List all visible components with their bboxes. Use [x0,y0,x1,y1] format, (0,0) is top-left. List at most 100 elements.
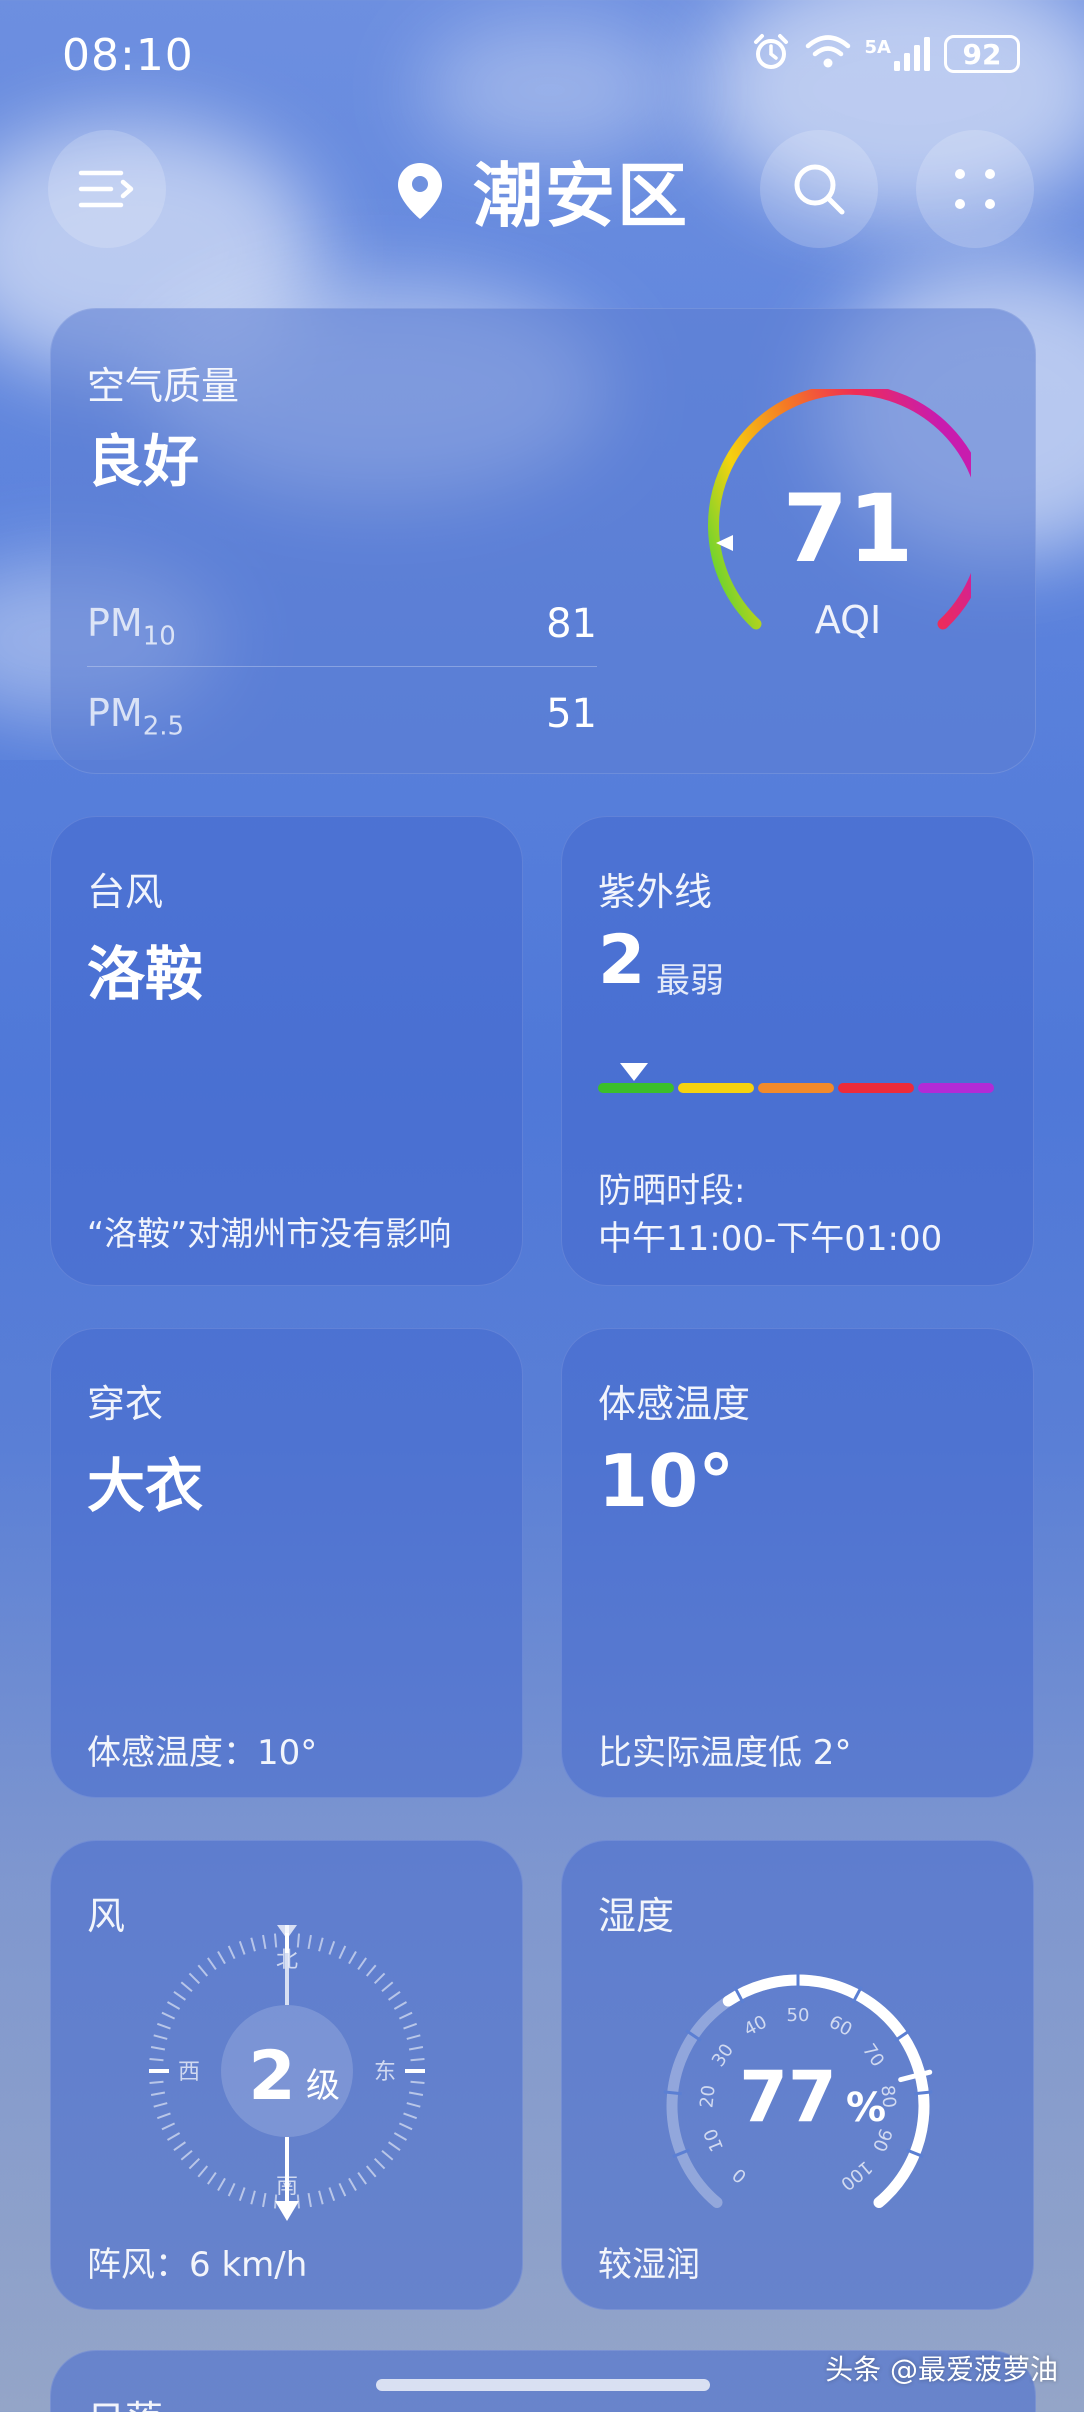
compass-tick [388,2141,401,2151]
aqi-value: 71 [783,475,914,584]
compass-east: 东 [374,2060,396,2085]
feels-like-value: 10° [598,1439,735,1523]
compass-tick [307,2192,312,2208]
status-bar: 08:10 5A 92 [0,30,1084,81]
compass-tick [381,2149,394,2161]
compass-tick [406,2034,421,2040]
wind-level-unit: 级 [306,2066,340,2106]
compass-tick [238,1940,246,1955]
clothing-card[interactable]: 穿衣 大衣 体感温度：10° [50,1328,523,1798]
air-quality-card[interactable]: 空气质量 良好 PM10 81 PM2.5 51 71 AQI [50,308,1036,774]
status-time: 08:10 [62,30,194,81]
wind-title: 风 [87,1894,126,1938]
compass-tick [150,2091,166,2096]
compass-tick [403,2112,418,2120]
sun-protection-label: 防晒时段: [598,1171,746,1211]
compass-tick [156,2022,171,2030]
air-quality-level: 良好 [87,430,199,495]
air-quality-title: 空气质量 [87,364,240,408]
compass-tick [188,1972,201,1985]
compass-tick [217,1950,226,1965]
pm10-subscript: 10 [142,621,176,652]
humidity-segment-gap [914,2090,933,2096]
pm25-row: PM2.5 51 [87,691,597,742]
compass-tick [408,2046,424,2051]
compass-tick [227,2182,236,2197]
pm25-subscript: 2.5 [142,711,185,742]
compass-tick [188,2157,201,2170]
compass-tick [273,1933,278,1948]
search-button[interactable] [760,130,878,248]
wifi-icon [805,33,851,75]
alarm-icon [751,32,791,76]
compass-tick [373,2157,386,2170]
uv-scale-segment [918,1083,994,1093]
search-icon [794,164,845,215]
compass-west: 西 [178,2060,200,2085]
wind-card[interactable]: 风 2 级 北 南 东 西 阵风：6 km/h [50,1840,523,2310]
uv-level: 最弱 [656,961,724,1001]
pm10-value: 81 [546,601,597,647]
feels-like-card[interactable]: 体感温度 10° 比实际温度低 2° [561,1328,1034,1798]
compass-tick [207,2172,217,2185]
humidity-tick-label: 60 [825,2011,855,2040]
aqi-gauge: 71 AQI [708,389,971,642]
humidity-card[interactable]: 湿度 0 10 20 30 40 50 60 70 80 90 100 77 % 较湿润 [561,1840,1034,2310]
compass-tick [410,2080,425,2085]
compass-tick [262,1934,267,1950]
humidity-tick-label: 10 [700,2125,728,2154]
compass-tick [250,1937,256,1952]
pm25-value: 51 [546,691,597,737]
uv-scale-segment [838,1083,914,1093]
compass-tick [328,1940,336,1955]
compass-tick [318,2190,324,2205]
uv-marker [620,1063,648,1081]
uv-card[interactable]: 紫外线 2 最弱 防晒时段: 中午11:00-下午01:00 [561,816,1034,1286]
compass-tick [153,2102,168,2108]
compass-tick [156,2112,171,2120]
sunset-title: 日落 [87,2389,163,2412]
more-dots-icon [955,169,995,209]
compass-tick [398,2122,413,2131]
humidity-tick-label: 40 [740,2011,770,2040]
compass-tick [393,2132,408,2141]
more-options-button[interactable] [916,130,1034,248]
humidity-value: 77 [739,2056,836,2138]
compass-tick [161,2122,176,2131]
typhoon-card[interactable]: 台风 洛鞍 “洛鞍”对潮州市没有影响 [50,816,523,1286]
typhoon-note: “洛鞍”对潮州市没有影响 [87,1214,452,1253]
compass-tick [207,1957,217,1970]
uv-scale-segment [598,1083,674,1093]
uv-index: 2 [598,921,646,1000]
pm10-row: PM10 81 [87,601,597,652]
humidity-tick-label: 70 [858,2040,888,2071]
compass-tick [150,2046,166,2051]
compass-tick [197,2165,209,2178]
compass-tick [153,2034,168,2040]
humidity-tick-label: 0 [729,2164,751,2187]
compass-tick [357,2172,367,2185]
sun-protection-period: 中午11:00-下午01:00 [598,1219,943,1259]
uv-title: 紫外线 [598,870,713,914]
compass-tick [348,2177,357,2192]
compass-tick [406,2102,421,2108]
compass-tick [238,2187,246,2202]
compass-tick [161,2011,176,2020]
compass-tick [348,1950,357,1965]
compass-tick [227,1945,236,1960]
compass-tick [180,1981,193,1993]
compass-tick [338,2182,347,2197]
location-pin-icon [398,162,442,219]
compass-tick [381,1981,394,1993]
humidity-tick-label: 20 [696,2084,719,2109]
compass-tick [408,2091,424,2096]
feels-like-title: 体感温度 [598,1382,751,1426]
pm10-label: PM [87,601,143,645]
uv-scale-segment [758,1083,834,1093]
uv-scale-segment [678,1083,754,1093]
home-indicator[interactable] [376,2379,710,2391]
compass-tick [149,2057,164,2062]
compass-tick [403,2022,418,2030]
clothing-value: 大衣 [87,1452,204,1520]
compass-tick [149,2080,164,2085]
